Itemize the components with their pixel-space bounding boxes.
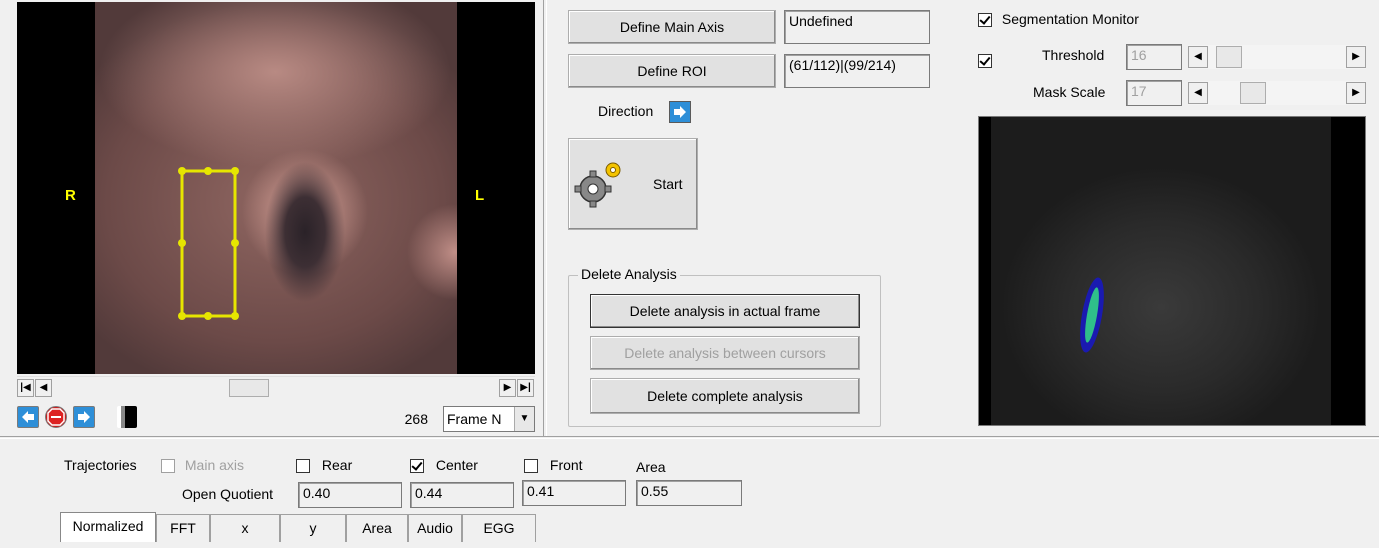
tab-x[interactable]: x [210,514,280,542]
start-button[interactable]: Start [568,138,698,230]
mask-scale-increase-button[interactable]: ▶ [1346,82,1366,104]
open-quotient-area: 0.55 [636,480,742,506]
contrast-icon[interactable] [117,406,137,428]
mask-scale-value[interactable]: 17 [1126,80,1182,106]
tab-fft[interactable]: FFT [156,514,210,542]
front-option[interactable]: Front [524,457,583,474]
segmentation-monitor-checkbox[interactable] [978,13,992,28]
threshold-slider-thumb[interactable] [1216,46,1242,68]
threshold-label: Threshold [1042,47,1105,63]
center-option-label: Center [435,457,478,473]
threshold-checkbox[interactable] [978,54,992,69]
stop-button[interactable] [45,406,67,428]
delete-analysis-title: Delete Analysis [578,266,680,282]
segmentation-monitor-toggle[interactable]: Segmentation Monitor [978,11,1139,28]
tab-audio[interactable]: Audio [408,514,462,542]
open-quotient-center: 0.44 [410,482,514,508]
panel-divider [543,0,547,436]
first-frame-button[interactable]: |◀ [17,379,34,397]
main-axis-value: Undefined [784,10,930,44]
mask-scale-decrease-button[interactable]: ◀ [1188,82,1208,104]
chevron-down-icon[interactable]: ▼ [514,407,534,431]
prev-frame-button[interactable]: ◀ [35,379,52,397]
delete-actual-frame-button[interactable]: Delete analysis in actual frame [590,294,860,328]
stop-icon [47,408,65,426]
tab-y[interactable]: y [280,514,346,542]
define-main-axis-button[interactable]: Define Main Axis [568,10,776,44]
playback-controls: 268 Frame N ▼ [17,404,535,434]
next-frame-button[interactable]: ▶ [499,379,516,397]
rear-checkbox[interactable] [296,459,310,474]
center-option[interactable]: Center [410,457,478,474]
threshold-slider[interactable]: ◀ ▶ [1188,45,1366,69]
segmentation-monitor-label: Segmentation Monitor [1001,11,1139,27]
delete-complete-button[interactable]: Delete complete analysis [590,378,860,414]
define-roi-button[interactable]: Define ROI [568,54,776,88]
open-quotient-label: Open Quotient [182,486,274,502]
main-axis-option[interactable]: Main axis [161,457,245,474]
tab-normalized[interactable]: Normalized [60,512,156,542]
frame-mode-select[interactable]: Frame N ▼ [443,406,535,432]
segmentation-monitor-view [978,116,1366,426]
mask-scale-slider[interactable]: ◀ ▶ [1188,81,1366,105]
arrow-left-icon [22,411,34,423]
tab-area[interactable]: Area [346,514,408,542]
area-label: Area [636,459,666,475]
trajectories-label: Trajectories [64,457,137,473]
open-quotient-front: 0.41 [522,480,626,506]
direction-button[interactable] [669,101,691,123]
video-view[interactable]: R L [17,2,535,374]
main-axis-checkbox[interactable] [161,459,175,474]
frame-scroll-thumb[interactable] [229,379,269,397]
rear-option-label: Rear [321,457,353,473]
direction-label: Direction [598,103,654,119]
mask-scale-slider-thumb[interactable] [1240,82,1266,104]
bottom-divider [0,436,1379,439]
rear-option[interactable]: Rear [296,457,353,474]
threshold-value[interactable]: 16 [1126,44,1182,70]
frame-scrollbar[interactable]: |◀ ◀ ▶ ▶| [17,376,535,398]
open-quotient-rear: 0.40 [298,482,402,508]
last-frame-button[interactable]: ▶| [517,379,534,397]
play-backward-button[interactable] [17,406,39,428]
gears-icon [574,162,621,208]
roi-value: (61/112)|(99/214) [784,54,930,88]
roi-box[interactable] [17,2,535,374]
delete-between-cursors-button[interactable]: Delete analysis between cursors [590,336,860,370]
frame-number: 268 [404,411,428,427]
glottis-mask [1080,277,1104,353]
tab-egg[interactable]: EGG [462,514,536,542]
front-option-label: Front [549,457,583,473]
mask-scale-label: Mask Scale [1033,84,1106,100]
arrow-right-icon [674,106,686,118]
center-checkbox[interactable] [410,459,424,474]
threshold-decrease-button[interactable]: ◀ [1188,46,1208,68]
arrow-right-icon [78,411,90,423]
front-checkbox[interactable] [524,459,538,474]
start-label: Start [653,176,683,192]
threshold-increase-button[interactable]: ▶ [1346,46,1366,68]
frame-mode-value: Frame N [447,411,502,427]
main-axis-option-label: Main axis [184,457,245,473]
play-forward-button[interactable] [73,406,95,428]
